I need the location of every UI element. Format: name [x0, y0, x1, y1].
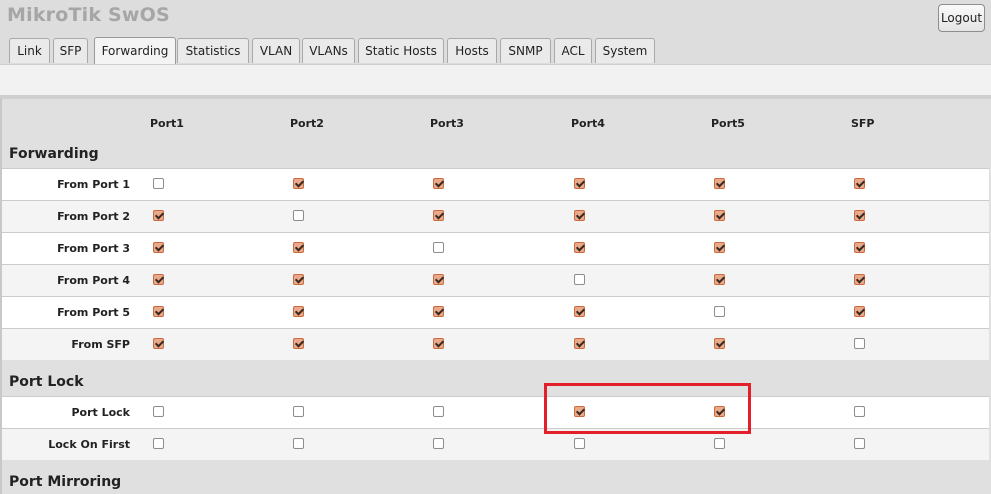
checkbox-port2[interactable]	[293, 274, 304, 285]
section-title-forwarding: Forwarding	[9, 146, 99, 162]
checkbox-port2[interactable]	[293, 306, 304, 317]
row-label: Port Lock	[71, 406, 130, 419]
checkbox-port4[interactable]	[574, 210, 585, 221]
checkbox-port4[interactable]	[574, 338, 585, 349]
tab-acl[interactable]: ACL	[554, 38, 592, 63]
column-header-port5: Port5	[711, 117, 745, 130]
table-row	[2, 168, 989, 200]
checkbox-port2[interactable]	[293, 406, 304, 417]
checkbox-port1[interactable]	[153, 406, 164, 417]
column-header-port1: Port1	[150, 117, 184, 130]
checkbox-sfp[interactable]	[854, 438, 865, 449]
checkbox-sfp[interactable]	[854, 210, 865, 221]
column-header-port2: Port2	[290, 117, 324, 130]
tab-sfp[interactable]: SFP	[53, 38, 88, 63]
checkbox-port5[interactable]	[714, 178, 725, 189]
checkbox-port4[interactable]	[574, 406, 585, 417]
checkbox-port5[interactable]	[714, 274, 725, 285]
checkbox-port5[interactable]	[714, 242, 725, 253]
row-label: From Port 3	[57, 242, 130, 255]
table-row	[2, 328, 989, 360]
checkbox-port4[interactable]	[574, 274, 585, 285]
column-header-port3: Port3	[430, 117, 464, 130]
checkbox-port5[interactable]	[714, 306, 725, 317]
tab-link[interactable]: Link	[9, 38, 50, 63]
checkbox-sfp[interactable]	[854, 274, 865, 285]
checkbox-port1[interactable]	[153, 274, 164, 285]
logout-button[interactable]: Logout	[938, 4, 985, 32]
tab-static-hosts[interactable]: Static Hosts	[358, 38, 444, 63]
tab-system[interactable]: System	[595, 38, 655, 63]
row-label: From Port 4	[57, 274, 130, 287]
checkbox-port3[interactable]	[433, 242, 444, 253]
checkbox-sfp[interactable]	[854, 178, 865, 189]
app-title: MikroTik SwOS	[7, 4, 170, 26]
checkbox-port4[interactable]	[574, 438, 585, 449]
table-row	[2, 428, 989, 460]
checkbox-port5[interactable]	[714, 210, 725, 221]
table-row	[2, 396, 989, 428]
checkbox-port4[interactable]	[574, 306, 585, 317]
toolbar	[0, 64, 991, 95]
row-label: Lock On First	[48, 438, 130, 451]
section-title-port-mirroring: Port Mirroring	[9, 474, 122, 490]
checkbox-sfp[interactable]	[854, 338, 865, 349]
tab-vlan[interactable]: VLAN	[252, 38, 300, 63]
checkbox-port1[interactable]	[153, 210, 164, 221]
checkbox-sfp[interactable]	[854, 306, 865, 317]
checkbox-port3[interactable]	[433, 338, 444, 349]
tab-forwarding[interactable]: Forwarding	[94, 37, 176, 64]
table-row	[2, 264, 989, 296]
checkbox-port1[interactable]	[153, 438, 164, 449]
checkbox-port3[interactable]	[433, 210, 444, 221]
column-header-sfp: SFP	[851, 117, 875, 130]
column-header-port4: Port4	[571, 117, 605, 130]
checkbox-port3[interactable]	[433, 178, 444, 189]
checkbox-sfp[interactable]	[854, 242, 865, 253]
row-label: From Port 2	[57, 210, 130, 223]
header-bar: MikroTik SwOS Logout Link SFP Forwarding St…	[0, 0, 991, 64]
checkbox-port1[interactable]	[153, 338, 164, 349]
row-label: From Port 5	[57, 306, 130, 319]
checkbox-port2[interactable]	[293, 438, 304, 449]
checkbox-port3[interactable]	[433, 438, 444, 449]
tab-snmp[interactable]: SNMP	[500, 38, 551, 63]
checkbox-port1[interactable]	[153, 178, 164, 189]
checkbox-port2[interactable]	[293, 210, 304, 221]
checkbox-port3[interactable]	[433, 274, 444, 285]
checkbox-port5[interactable]	[714, 338, 725, 349]
table-row	[2, 232, 989, 264]
row-label: From SFP	[71, 338, 130, 351]
checkbox-port4[interactable]	[574, 178, 585, 189]
checkbox-port3[interactable]	[433, 406, 444, 417]
tab-vlans[interactable]: VLANs	[302, 38, 355, 63]
section-title-port-lock: Port Lock	[9, 374, 84, 390]
checkbox-port3[interactable]	[433, 306, 444, 317]
checkbox-port2[interactable]	[293, 178, 304, 189]
tab-hosts[interactable]: Hosts	[447, 38, 497, 63]
checkbox-port5[interactable]	[714, 438, 725, 449]
table-row	[2, 200, 989, 232]
tab-statistics[interactable]: Statistics	[177, 38, 249, 63]
table-row	[2, 296, 989, 328]
checkbox-port1[interactable]	[153, 306, 164, 317]
checkbox-port2[interactable]	[293, 242, 304, 253]
checkbox-port1[interactable]	[153, 242, 164, 253]
checkbox-port4[interactable]	[574, 242, 585, 253]
checkbox-port5[interactable]	[714, 406, 725, 417]
checkbox-port2[interactable]	[293, 338, 304, 349]
row-label: From Port 1	[57, 178, 130, 191]
checkbox-sfp[interactable]	[854, 406, 865, 417]
